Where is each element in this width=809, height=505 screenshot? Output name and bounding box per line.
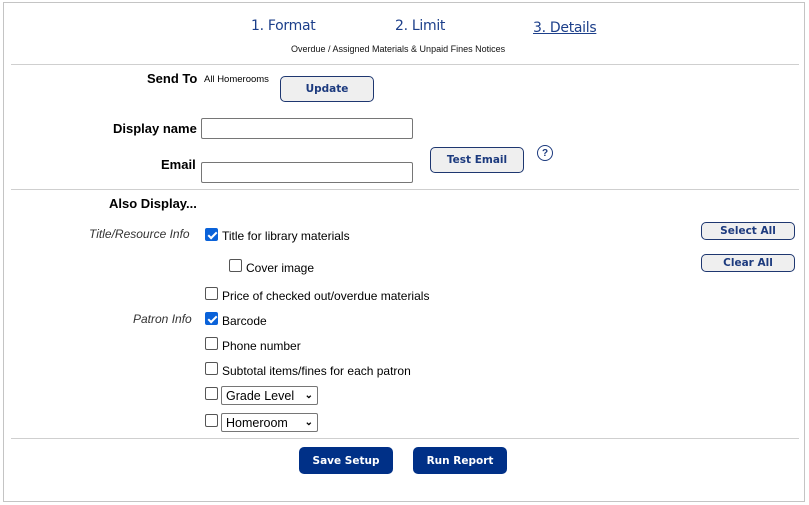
divider	[11, 438, 799, 439]
save-setup-button[interactable]: Save Setup	[299, 447, 393, 474]
send-to-label: Send To	[147, 71, 198, 86]
title-checkbox[interactable]	[205, 228, 218, 241]
homeroom-checkbox[interactable]	[205, 414, 218, 427]
run-report-button[interactable]: Run Report	[413, 447, 507, 474]
divider	[11, 189, 799, 190]
title-option-label: Title for library materials	[222, 229, 350, 243]
email-label: Email	[161, 157, 196, 172]
homeroom-select[interactable]: Homeroom ⌄	[221, 413, 318, 432]
divider	[11, 64, 799, 65]
subtotal-checkbox[interactable]	[205, 362, 218, 375]
report-subtitle: Overdue / Assigned Materials & Unpaid Fi…	[291, 44, 506, 54]
patron-info-label: Patron Info	[133, 312, 192, 326]
chevron-down-icon: ⌄	[304, 390, 313, 401]
test-email-button[interactable]: Test Email	[430, 147, 524, 173]
display-name-input[interactable]	[201, 118, 413, 139]
step-details-link[interactable]: 3. Details	[533, 20, 597, 36]
select-all-button[interactable]: Select All	[701, 222, 795, 240]
subtotal-option-label: Subtotal items/fines for each patron	[222, 364, 411, 378]
step-format-link[interactable]: 1. Format	[251, 18, 316, 34]
cover-image-option-label: Cover image	[246, 261, 315, 275]
barcode-option-label: Barcode	[222, 314, 267, 328]
email-input[interactable]	[201, 162, 413, 183]
also-display-heading: Also Display...	[109, 196, 197, 211]
chevron-down-icon: ⌄	[304, 417, 313, 428]
phone-checkbox[interactable]	[205, 337, 218, 350]
price-checkbox[interactable]	[205, 287, 218, 300]
step-limit-link[interactable]: 2. Limit	[395, 18, 445, 34]
homeroom-select-value: Homeroom	[226, 415, 288, 430]
grade-level-select-value: Grade Level	[226, 388, 295, 403]
phone-option-label: Phone number	[222, 339, 301, 353]
report-setup-panel	[3, 2, 805, 502]
send-to-value: All Homerooms	[204, 74, 269, 85]
grade-level-checkbox[interactable]	[205, 387, 218, 400]
clear-all-button[interactable]: Clear All	[701, 254, 795, 272]
price-option-label: Price of checked out/overdue materials	[222, 289, 430, 303]
help-icon[interactable]: ?	[537, 145, 553, 161]
update-button[interactable]: Update	[280, 76, 374, 102]
title-resource-label: Title/Resource Info	[89, 227, 190, 241]
barcode-checkbox[interactable]	[205, 312, 218, 325]
cover-image-checkbox[interactable]	[229, 259, 242, 272]
display-name-label: Display name	[113, 121, 197, 136]
grade-level-select[interactable]: Grade Level ⌄	[221, 386, 318, 405]
